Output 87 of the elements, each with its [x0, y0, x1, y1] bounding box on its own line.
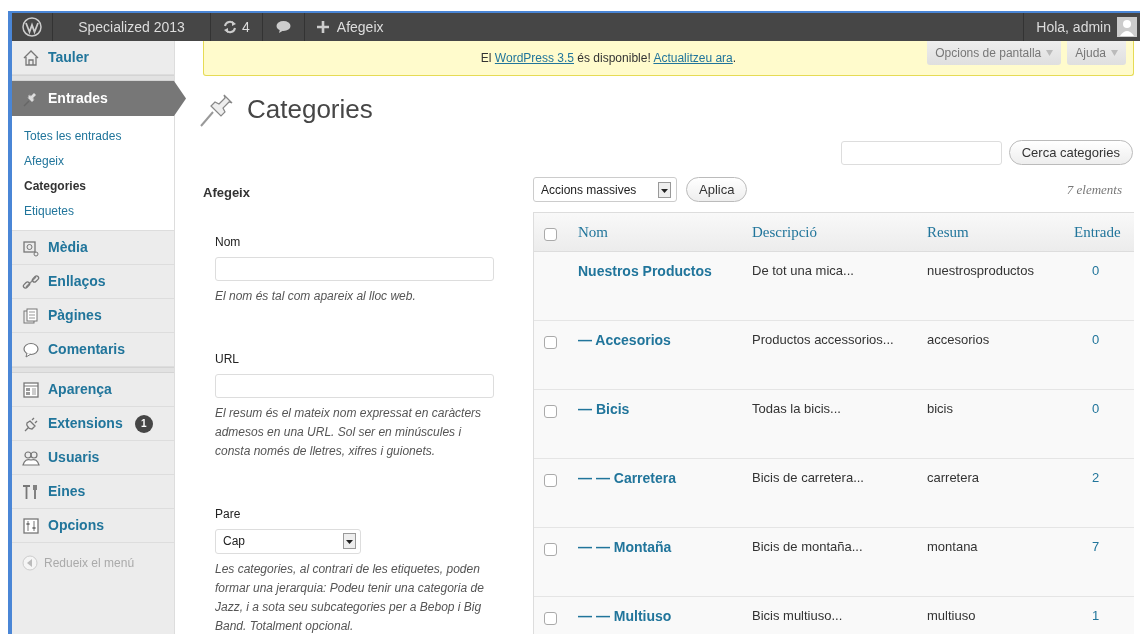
submenu-item[interactable]: Etiquetes [12, 198, 174, 223]
menu-pointer-icon [174, 81, 186, 116]
checkbox[interactable] [544, 336, 557, 349]
notice-link[interactable]: WordPress 3.5 [494, 51, 574, 65]
tools-icon [22, 482, 40, 501]
post-count-link[interactable]: 0 [1074, 330, 1134, 350]
update-count-badge: 1 [134, 414, 153, 433]
menu-item[interactable]: Usuaris [12, 441, 174, 475]
category-name-link[interactable]: — — Montaña [578, 537, 752, 558]
menu-item[interactable]: Enllaços [12, 265, 174, 299]
column-header[interactable]: Entrade [1074, 220, 1134, 244]
checkbox[interactable] [544, 474, 557, 487]
house-icon [22, 48, 40, 67]
notice-link[interactable]: Actualitzeu ara [653, 51, 733, 65]
users-icon [22, 448, 40, 467]
category-name-link[interactable]: — — Carretera [578, 468, 752, 489]
new-content-link[interactable]: Afegeix [304, 13, 396, 41]
menu-item[interactable]: Aparença [12, 373, 174, 407]
avatar-icon [1117, 17, 1137, 37]
field-label: Pare [215, 505, 242, 523]
checkbox[interactable] [544, 543, 557, 556]
layout-icon [22, 380, 40, 399]
table-cell-text: accesorios [927, 331, 991, 349]
sliders-icon [22, 516, 40, 535]
post-count-link[interactable]: 0 [1074, 261, 1134, 281]
comment-icon[interactable] [275, 20, 291, 34]
parent-select[interactable]: Cap [215, 528, 361, 554]
table-cell-text: multiuso [927, 607, 977, 625]
submenu-item[interactable]: Categories [12, 173, 174, 198]
menu-item[interactable]: Pàgines [12, 299, 174, 333]
table-cell-text: De tot una mica... [752, 262, 855, 280]
checkbox[interactable] [544, 612, 557, 625]
submenu-item[interactable]: Totes les entrades [12, 123, 174, 148]
plus-icon [316, 21, 329, 33]
update-message: El WordPress 3.5 és disponible! Actualitzeu ara. [480, 50, 737, 67]
column-header[interactable]: Nom [578, 220, 752, 244]
table-cell-text: Bicis de carretera... [752, 469, 865, 487]
screen-meta-tab[interactable]: Opcions de pantalla [927, 41, 1062, 65]
post-count-link[interactable]: 1 [1074, 606, 1134, 626]
help-text: El nom és tal com apareix al lloc web. [215, 287, 417, 305]
submenu-item[interactable]: Afegeix [12, 148, 174, 173]
refresh-icon [223, 20, 237, 34]
pages-icon [22, 306, 40, 325]
chain-link-icon [22, 272, 40, 291]
bulk-actions-select[interactable]: Accions massives [533, 177, 677, 202]
menu-item[interactable]: Mèdia [12, 231, 174, 265]
table-cell-text: carretera [927, 469, 981, 487]
bulk-actions-value: Accions massives [541, 181, 637, 199]
field-label: Nom [215, 233, 242, 251]
category-name-link[interactable]: — Bicis [578, 399, 752, 420]
item-count: 7 elements [1066, 180, 1122, 199]
page-title: Categories [247, 93, 373, 126]
post-count-link[interactable]: 0 [1074, 399, 1134, 419]
help-text: Les categories, al contrari de les etiquetes, poden formar una jerarquia: Podeu tenir una categoria de Jazz, i a sota seu subcategories per a Bebop i Big Band. Totalment opcional. [215, 560, 485, 634]
text-input[interactable] [215, 256, 494, 281]
category-name-link[interactable]: — Accesorios [578, 330, 752, 351]
speech-bubble-icon [22, 340, 40, 359]
table-cell-text: Bicis de montaña... [752, 538, 864, 556]
menu-item[interactable]: Opcions [12, 509, 174, 543]
caret-icon [1111, 50, 1118, 56]
post-count-link[interactable]: 7 [1074, 537, 1134, 557]
menu-item[interactable]: Extensions 1 [12, 407, 174, 441]
text-input[interactable] [215, 373, 494, 398]
table-cell-text: Todas la bicis... [752, 400, 842, 418]
wordpress-logo[interactable] [22, 17, 42, 37]
search-field[interactable] [840, 140, 1002, 165]
category-name-link[interactable]: Nuestros Productos [578, 261, 752, 282]
table-cell-text: Productos accessorios... [752, 331, 895, 349]
checkbox[interactable] [544, 227, 557, 241]
table-cell-text: nuestrosproductos [927, 262, 1035, 280]
form-heading: Afegeix [203, 184, 251, 202]
menu-item[interactable]: Eines [12, 475, 174, 509]
table-cell-text: bicis [927, 400, 954, 418]
table-cell-text: montana [927, 538, 979, 556]
category-name-link[interactable]: — — Multiuso [578, 606, 752, 627]
search-button[interactable]: Cerca categories [1008, 140, 1133, 165]
screen-meta-tab[interactable]: Ajuda [1067, 41, 1126, 65]
caret-icon [1046, 50, 1054, 56]
apply-button[interactable]: Aplica [686, 177, 748, 202]
post-count-link[interactable]: 2 [1074, 468, 1134, 488]
table-cell-text: Bicis multiuso... [752, 607, 844, 625]
column-header[interactable]: Descripció [752, 220, 927, 244]
help-text: El resum és el mateix nom expressat en caràcters admesos en una URL. Sol ser en minúscules i consta només de lletres, xifres i guionets. [215, 404, 483, 460]
field-label: URL [215, 350, 240, 368]
media-icon [22, 238, 40, 257]
column-header[interactable]: Resum [927, 220, 1074, 244]
checkbox[interactable] [544, 405, 557, 418]
